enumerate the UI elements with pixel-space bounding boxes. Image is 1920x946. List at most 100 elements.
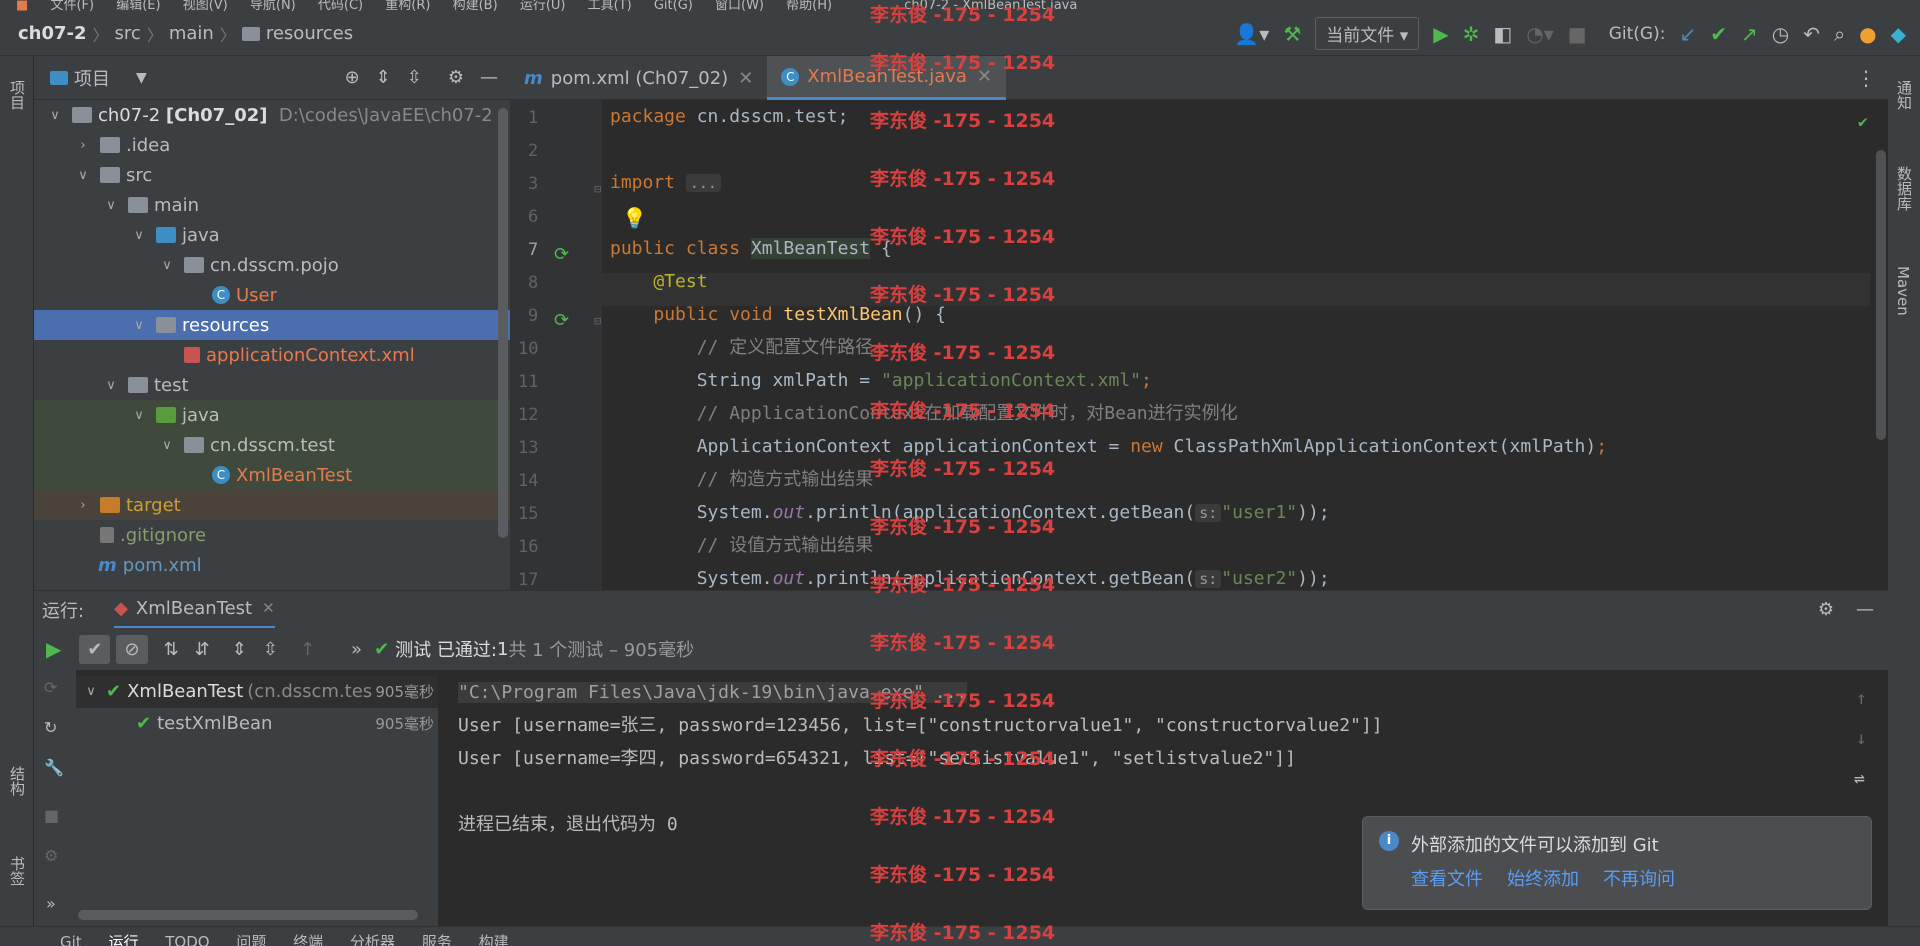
tree-node-target[interactable]: › target bbox=[34, 490, 510, 520]
hammer-icon[interactable]: ⚒ bbox=[1283, 22, 1301, 46]
debug-icon[interactable]: ✲ bbox=[1463, 22, 1480, 46]
menu-navigate[interactable]: 导航(N) bbox=[250, 0, 296, 12]
menu-help[interactable]: 帮助(H) bbox=[786, 0, 832, 12]
collapse-all-icon[interactable]: ⇳ bbox=[263, 639, 278, 660]
tool-git[interactable]: Git bbox=[60, 933, 82, 946]
menu-git[interactable]: Git(G) bbox=[654, 0, 693, 12]
tool-window-bookmarks[interactable]: 书签 bbox=[7, 856, 28, 886]
expand-all-icon[interactable]: ⇕ bbox=[232, 639, 247, 660]
chevron-down-icon[interactable]: ∨ bbox=[160, 258, 174, 273]
locate-icon[interactable]: ⊕ bbox=[345, 67, 360, 88]
more-tabs-icon[interactable]: ⋮ bbox=[1856, 66, 1876, 90]
tree-node-test-java[interactable]: ∨ java bbox=[34, 400, 510, 430]
tree-scrollbar[interactable] bbox=[498, 108, 508, 538]
close-icon[interactable]: ✕ bbox=[262, 599, 275, 617]
rerun-failed-icon[interactable]: ⟳ bbox=[44, 678, 57, 697]
tool-window-structure[interactable]: 结构 bbox=[7, 766, 28, 796]
toggle-auto-test-icon[interactable]: ↻ bbox=[44, 718, 57, 737]
chevron-down-icon[interactable]: ▼ bbox=[136, 70, 147, 86]
tool-terminal[interactable]: 终端 bbox=[293, 933, 323, 946]
test-node-method[interactable]: ✔ testXmlBean 905毫秒 bbox=[76, 708, 438, 738]
git-update-icon[interactable]: ↙ bbox=[1679, 22, 1696, 46]
tree-node-appcontext[interactable]: applicationContext.xml bbox=[34, 340, 510, 370]
gear-icon[interactable]: ⚙ bbox=[448, 67, 464, 88]
tree-node-gitignore[interactable]: .gitignore bbox=[34, 520, 510, 550]
tool-window-notifications[interactable]: 通知 bbox=[1894, 80, 1915, 110]
menu-file[interactable]: 文件(F) bbox=[50, 0, 94, 12]
breadcrumb-src[interactable]: src bbox=[115, 23, 141, 44]
chevron-right-icon[interactable]: › bbox=[76, 138, 90, 153]
tree-node-main-java[interactable]: ∨ java bbox=[34, 220, 510, 250]
scroll-up-icon[interactable]: ↑ bbox=[1856, 688, 1867, 709]
tool-problems[interactable]: 问题 bbox=[236, 933, 266, 946]
minimize-icon[interactable]: — bbox=[480, 67, 498, 88]
prev-failed-icon[interactable]: ↑ bbox=[300, 639, 315, 660]
breadcrumb-main[interactable]: main bbox=[169, 23, 214, 44]
stop-icon[interactable]: ■ bbox=[1568, 22, 1587, 46]
run-tab[interactable]: ◆ XmlBeanTest ✕ bbox=[114, 591, 275, 629]
gear-icon[interactable]: ⚙ bbox=[1818, 599, 1834, 620]
close-icon[interactable]: ✕ bbox=[738, 68, 753, 89]
tool-window-project[interactable]: 项目 bbox=[7, 80, 28, 110]
fold-icon[interactable]: ⊟ bbox=[594, 182, 601, 196]
fold-icon[interactable]: ⊟ bbox=[594, 314, 601, 328]
menu-code[interactable]: 代码(C) bbox=[318, 0, 363, 12]
tool-services[interactable]: 服务 bbox=[422, 933, 452, 946]
chevron-down-icon[interactable]: ∨ bbox=[160, 438, 174, 453]
tree-node-test-pkg[interactable]: ∨ cn.dsscm.test bbox=[34, 430, 510, 460]
run-gutter-icon[interactable]: ⟳ bbox=[554, 310, 569, 331]
search-icon[interactable]: ⌕ bbox=[1834, 22, 1845, 46]
sort-alpha-icon[interactable]: ⇅ bbox=[164, 639, 179, 660]
tree-node-user[interactable]: C User bbox=[34, 280, 510, 310]
view-files-link[interactable]: 查看文件 bbox=[1411, 865, 1483, 891]
chevron-down-icon[interactable]: ∨ bbox=[48, 108, 62, 123]
rerun-icon[interactable]: ▶ bbox=[46, 637, 61, 661]
user-icon[interactable]: 👤▾ bbox=[1234, 22, 1269, 46]
run-gutter-icon[interactable]: ⟳ bbox=[554, 244, 569, 265]
stop-icon[interactable]: ■ bbox=[44, 806, 59, 825]
chevron-down-icon[interactable]: ∨ bbox=[104, 378, 118, 393]
breadcrumb-resources[interactable]: resources bbox=[266, 23, 353, 44]
menu-view[interactable]: 视图(V) bbox=[183, 0, 228, 12]
soft-wrap-icon[interactable]: ⇌ bbox=[1854, 768, 1865, 789]
always-add-link[interactable]: 始终添加 bbox=[1507, 865, 1579, 891]
show-passed-toggle[interactable]: ✔ bbox=[79, 634, 111, 664]
project-panel-title[interactable]: 项目 bbox=[74, 65, 110, 91]
profile-icon[interactable]: ◔▾ bbox=[1526, 22, 1554, 46]
tree-node-xmlbeantest[interactable]: C XmlBeanTest bbox=[34, 460, 510, 490]
breadcrumb-project[interactable]: ch07-2 bbox=[18, 23, 87, 44]
run-icon[interactable]: ▶ bbox=[1433, 22, 1448, 46]
chevron-right-icon[interactable]: › bbox=[76, 498, 90, 513]
pin-icon[interactable]: ⚙ bbox=[44, 846, 58, 865]
tree-node-test[interactable]: ∨ test bbox=[34, 370, 510, 400]
show-ignored-toggle[interactable]: ⊘ bbox=[116, 634, 148, 664]
test-tree-scrollbar[interactable] bbox=[78, 910, 418, 920]
coverage-icon[interactable]: ◧ bbox=[1493, 22, 1512, 46]
expand-all-icon[interactable]: ⇕ bbox=[376, 67, 391, 88]
more-icon[interactable]: » bbox=[46, 894, 56, 913]
tree-node-pom[interactable]: m pom.xml bbox=[34, 550, 510, 580]
tree-node-idea[interactable]: › .idea bbox=[34, 130, 510, 160]
chevron-down-icon[interactable]: ∨ bbox=[132, 318, 146, 333]
inspection-ok-icon[interactable]: ✔ bbox=[1858, 112, 1868, 131]
tool-profiler[interactable]: 分析器 bbox=[350, 933, 395, 946]
chevron-down-icon[interactable]: ∨ bbox=[132, 408, 146, 423]
menu-refactor[interactable]: 重构(R) bbox=[385, 0, 430, 12]
chevron-down-icon[interactable]: ∨ bbox=[76, 168, 90, 183]
menu-run[interactable]: 运行(U) bbox=[520, 0, 566, 12]
chevron-down-icon[interactable]: ∨ bbox=[104, 198, 118, 213]
minimize-icon[interactable]: — bbox=[1856, 599, 1874, 620]
chevron-down-icon[interactable]: ∨ bbox=[132, 228, 146, 243]
tool-run[interactable]: 运行 bbox=[108, 933, 138, 946]
tree-node-resources[interactable]: ∨ resources bbox=[34, 310, 510, 340]
tool-window-database[interactable]: 数据库 bbox=[1894, 166, 1915, 211]
run-config-select[interactable]: 当前文件 ▾ bbox=[1315, 17, 1420, 50]
tool-todo[interactable]: TODO bbox=[165, 933, 209, 946]
history-icon[interactable]: ◷ bbox=[1772, 22, 1789, 46]
sort-duration-icon[interactable]: ⇵ bbox=[195, 639, 210, 660]
git-commit-icon[interactable]: ✔ bbox=[1710, 22, 1727, 46]
menu-tools[interactable]: 工具(T) bbox=[588, 0, 632, 12]
plugin-icon[interactable]: ◆ bbox=[1891, 22, 1906, 46]
dont-ask-link[interactable]: 不再询问 bbox=[1603, 865, 1675, 891]
scroll-down-icon[interactable]: ↓ bbox=[1856, 728, 1867, 749]
